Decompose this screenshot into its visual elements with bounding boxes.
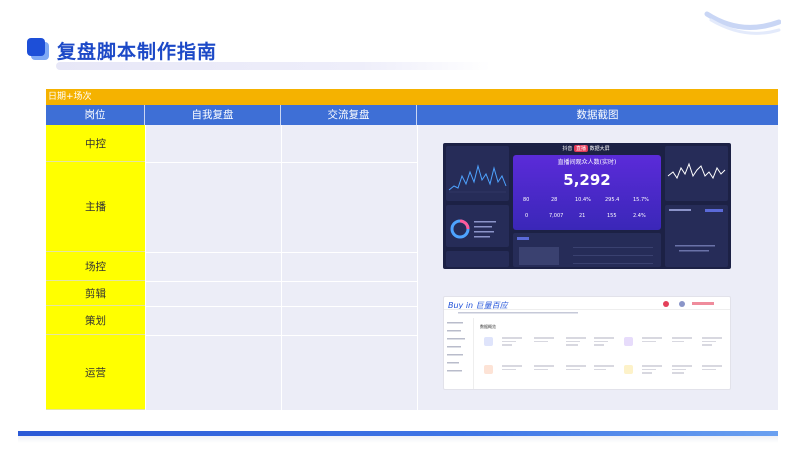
right-info-panel [665, 205, 728, 267]
footer-shadow [18, 436, 778, 443]
trend-panel [446, 146, 509, 201]
metric-tile-icon [624, 365, 633, 374]
dashboard-header: 抖音 直播 数据大屏 [562, 145, 610, 152]
baiying-web-screenshot: Buy in 巨量百应 数据概览 [443, 296, 731, 390]
data-screenshot-column: 抖音 直播 数据大屏 直播间观众人数(实时) 5,292 80 28 10.4%… [417, 125, 778, 410]
donut-chart-icon [450, 219, 496, 239]
role-cell: 场控 [46, 252, 145, 281]
bottom-left-panel [446, 251, 509, 267]
table-body: 中控 主播 场控 剪辑 策划 运营 抖音 直播 数据大屏 直播间观众人数(实时)… [46, 125, 778, 410]
table-header: 岗位 自我复盘 交流复盘 数据截图 [46, 105, 778, 125]
page-title: 复盘脚本制作指南 [57, 41, 218, 63]
corner-decoration-icon [704, 11, 781, 35]
metric-tile-icon [624, 337, 633, 346]
column-header-role: 岗位 [46, 105, 145, 125]
row-divider [145, 252, 417, 253]
viewer-count: 5,292 [563, 171, 611, 189]
column-header-self-review: 自我复盘 [145, 105, 281, 125]
metric-tile-icon [484, 337, 493, 346]
exchange-review-column[interactable] [281, 125, 417, 410]
donut-panel [446, 205, 509, 247]
role-cell: 剪辑 [46, 281, 145, 306]
right-trend-panel [665, 146, 728, 201]
center-kpi-panel: 直播间观众人数(实时) 5,292 80 28 10.4% 295.4 15.7… [513, 155, 661, 230]
web-notice-bar [458, 311, 578, 316]
role-cell: 运营 [46, 335, 145, 410]
web-toolbar-icon [663, 301, 714, 307]
column-header-data-screenshot: 数据截图 [576, 109, 619, 121]
web-sidebar [444, 318, 474, 389]
live-dashboard-screenshot: 抖音 直播 数据大屏 直播间观众人数(实时) 5,292 80 28 10.4%… [443, 143, 731, 269]
role-column: 中控 主播 场控 剪辑 策划 运营 [46, 125, 145, 410]
self-review-column[interactable] [145, 125, 281, 410]
role-cell: 策划 [46, 306, 145, 335]
data-table-panel [513, 233, 661, 267]
metric-tile-icon [484, 365, 493, 374]
row-divider [145, 306, 417, 307]
row-divider [145, 281, 417, 282]
row-divider [145, 162, 417, 163]
title-badge-icon [27, 38, 49, 60]
slide: 复盘脚本制作指南 日期+场次 岗位 自我复盘 交流复盘 数据截图 中控 主播 场… [0, 0, 789, 451]
title-underline [56, 62, 491, 70]
role-cell: 中控 [46, 125, 145, 162]
role-cell: 主播 [46, 162, 145, 252]
column-header-exchange-review: 交流复盘 [281, 105, 417, 125]
web-section-title: 数据概览 [480, 324, 496, 329]
trend-chart-icon [448, 164, 507, 193]
row-divider [145, 335, 417, 336]
right-trend-chart-icon [667, 162, 726, 180]
date-session-banner: 日期+场次 [46, 89, 778, 105]
